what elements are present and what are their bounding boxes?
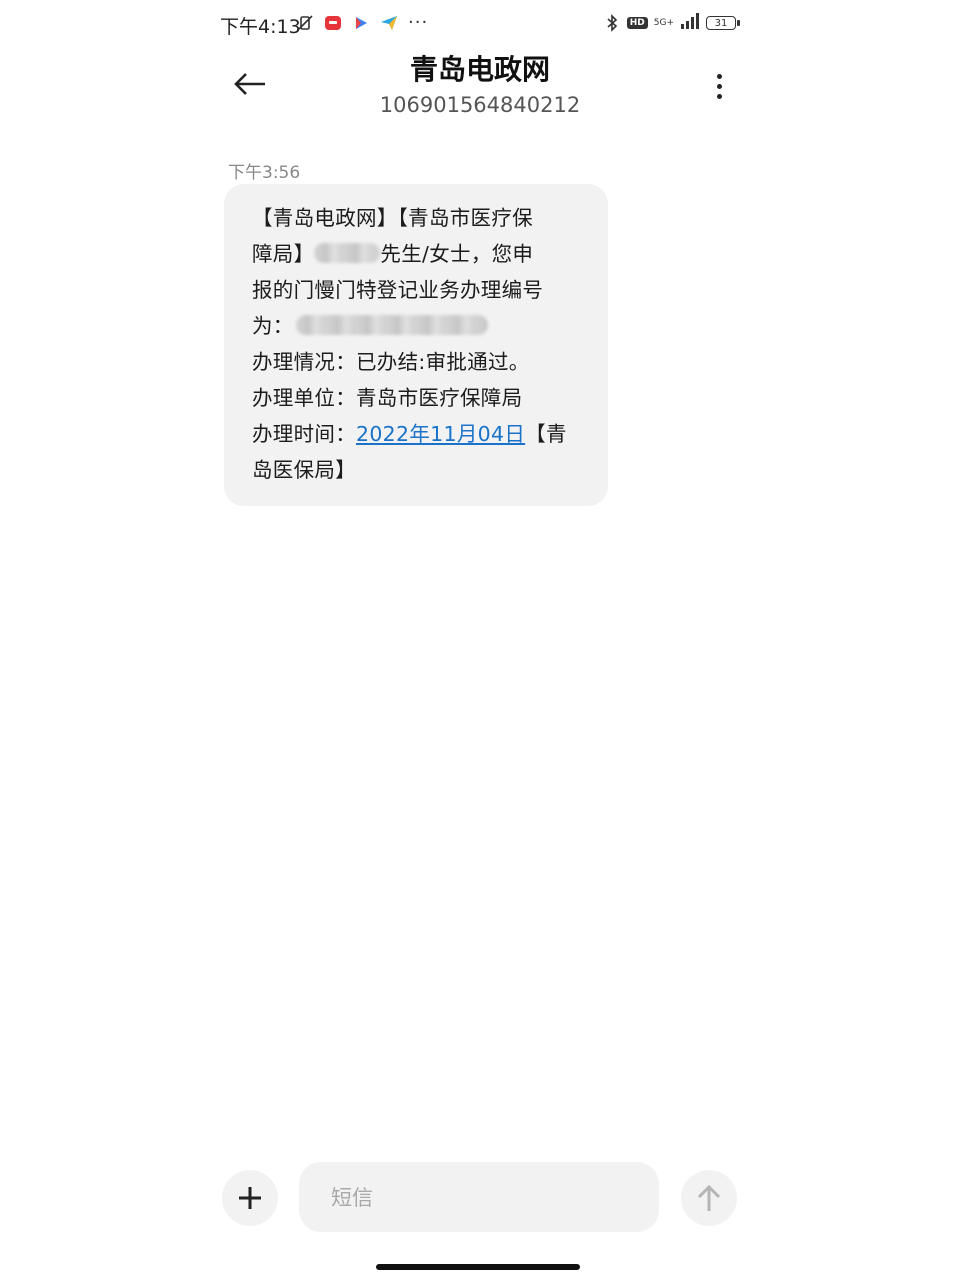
contact-info: 青岛电政网 106901564840212 bbox=[212, 50, 748, 120]
plus-icon bbox=[239, 1187, 261, 1209]
signal-icon bbox=[680, 13, 700, 33]
redacted-name bbox=[314, 243, 381, 263]
message-bubble[interactable]: 【青岛电政网】【青岛市医疗保 障局】 先生/女士，您申 报的门慢门特登记业务办理编… bbox=[224, 184, 608, 506]
bluetooth-icon bbox=[603, 14, 621, 32]
message-line: 为： bbox=[252, 308, 588, 344]
message-text: 【青 bbox=[525, 422, 567, 446]
message-line: 岛医保局】 bbox=[252, 458, 356, 482]
vibrate-off-icon bbox=[296, 14, 314, 32]
dot-icon bbox=[716, 73, 722, 79]
more-options-button[interactable] bbox=[704, 68, 734, 104]
message-text: 为： bbox=[252, 314, 294, 338]
contact-number: 106901564840212 bbox=[379, 93, 581, 117]
home-indicator[interactable] bbox=[376, 1264, 580, 1270]
message-text: 办理时间： bbox=[252, 422, 356, 446]
message-timestamp: 下午3:56 bbox=[228, 163, 301, 183]
messaging-screen: 下午4:13 ··· HD 5G+ 31 青岛电政网 1069015648402… bbox=[212, 0, 748, 1280]
status-time: 下午4:13 bbox=[220, 16, 301, 38]
paper-plane-app-icon bbox=[380, 14, 398, 32]
message-line: 办理时间：2022年11月04日【青 bbox=[252, 416, 588, 452]
app-notification-red-icon bbox=[324, 14, 342, 32]
notification-icons: ··· bbox=[296, 12, 428, 33]
contact-name: 青岛电政网 bbox=[409, 53, 550, 86]
hd-badge: HD bbox=[626, 17, 648, 29]
date-link[interactable]: 2022年11月04日 bbox=[356, 422, 525, 446]
dot-icon bbox=[716, 93, 722, 99]
arrow-up-icon bbox=[697, 1184, 721, 1211]
more-notifications-icon: ··· bbox=[408, 12, 429, 33]
message-line: 报的门慢门特登记业务办理编号 bbox=[252, 278, 544, 302]
dot-icon bbox=[716, 83, 722, 89]
play-app-icon bbox=[352, 14, 370, 32]
message-line: 【青岛电政网】【青岛市医疗保 bbox=[252, 206, 533, 230]
conversation-header: 青岛电政网 106901564840212 bbox=[212, 50, 748, 130]
add-attachment-button[interactable] bbox=[222, 1170, 278, 1226]
message-line: 办理情况：已办结:审批通过。 bbox=[252, 350, 530, 374]
network-type: 5G+ bbox=[653, 17, 674, 28]
redacted-number bbox=[295, 315, 488, 335]
send-button[interactable] bbox=[681, 1170, 737, 1226]
message-text: 先生/女士，您申 bbox=[380, 242, 534, 266]
system-indicators: HD 5G+ 31 bbox=[603, 13, 740, 33]
message-line: 障局】 先生/女士，您申 bbox=[252, 236, 588, 272]
status-bar: 下午4:13 ··· HD 5G+ 31 bbox=[212, 8, 748, 42]
message-line: 办理单位：青岛市医疗保障局 bbox=[252, 386, 523, 410]
battery-icon: 31 bbox=[706, 16, 740, 30]
sms-input[interactable]: 短信 bbox=[299, 1162, 659, 1232]
message-text: 障局】 bbox=[252, 242, 315, 266]
